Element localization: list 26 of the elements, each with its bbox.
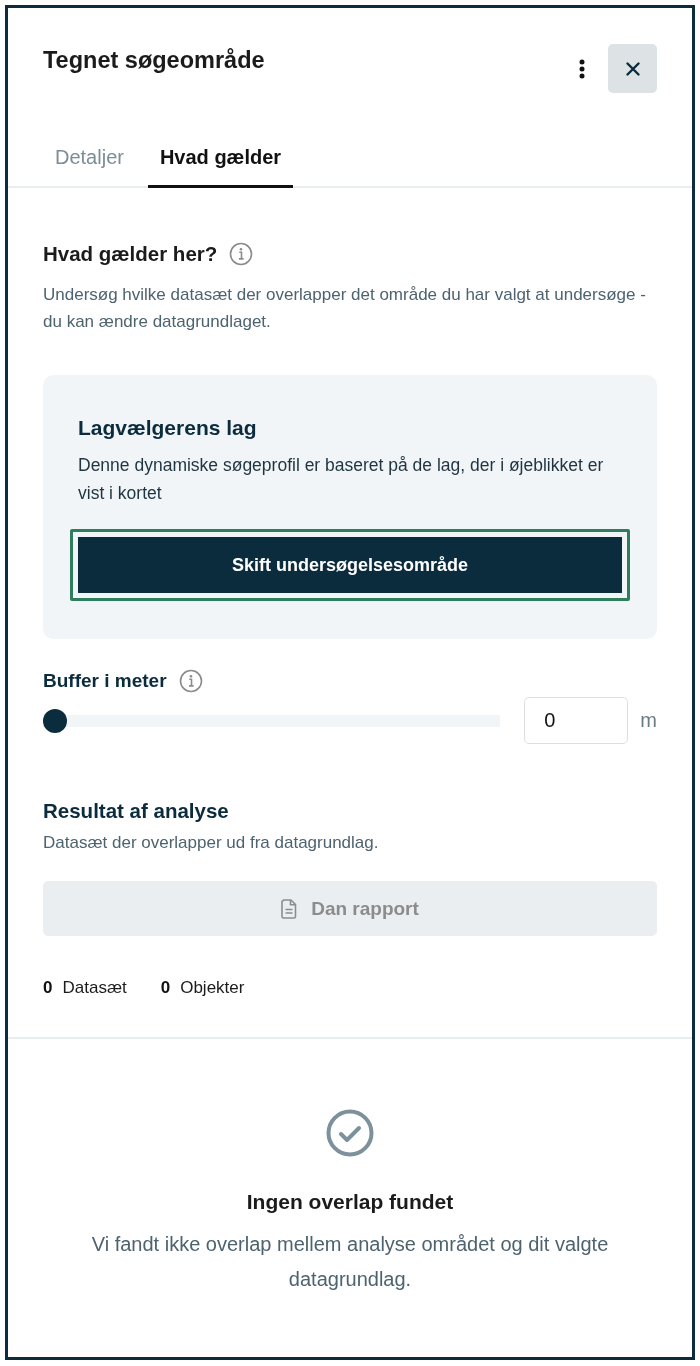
card-heading: Lagvælgerens lag (78, 415, 258, 441)
count-label: Objekter (180, 977, 245, 999)
section-heading: Hvad gælder her? (43, 241, 218, 267)
count-value: 0 (160, 977, 171, 999)
close-button[interactable] (608, 44, 657, 93)
empty-state-message: Vi fandt ikke overlap mellem analyse området og dit valgte datagrundlag. (90, 1232, 610, 1292)
check-circle-icon (326, 1109, 374, 1157)
results-description: Datasæt der overlapper ud fra datagrundlag. (43, 832, 380, 854)
close-icon (625, 61, 640, 76)
empty-state-title: Ingen overlap fundet (246, 1189, 454, 1215)
buffer-label: Buffer i meter (43, 669, 167, 693)
info-icon[interactable] (178, 669, 203, 693)
panel-title: Tegnet søgeområde (43, 46, 266, 75)
document-icon (281, 898, 298, 919)
count-value: 0 (43, 977, 53, 999)
slider-thumb[interactable] (43, 708, 67, 733)
unit-label: m (640, 709, 657, 732)
count-label: Datasæt (62, 977, 127, 999)
card-description: Denne dynamiske søgeprofil er baseret på de lag, der i øjeblikket er vist i kortet (78, 454, 605, 505)
results-heading: Resultat af analyse (43, 798, 230, 824)
tab[interactable]: Hvad gælder (147, 131, 294, 188)
section-description: Undersøg hvilke datasæt der overlapper det område du har valgt at undersøge - du kan ændre datagrundlaget. (43, 284, 647, 333)
buffer-input[interactable]: 0 (524, 697, 629, 744)
more-options-icon (579, 58, 585, 79)
change-area-button[interactable]: Skift undersøgelsesområde (70, 529, 630, 601)
info-icon[interactable] (229, 242, 254, 266)
